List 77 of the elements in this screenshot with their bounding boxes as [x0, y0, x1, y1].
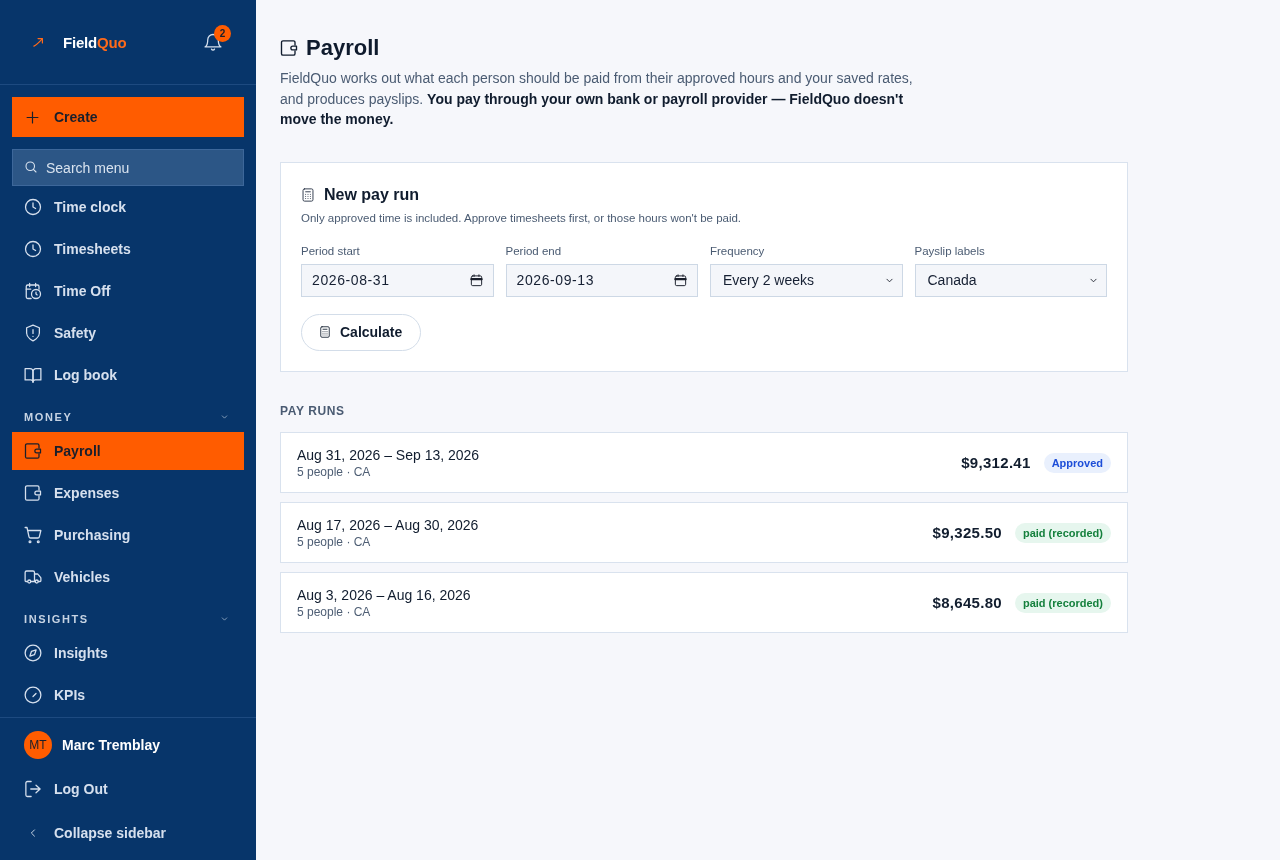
logo-wordmark[interactable]: FieldQuo: [63, 33, 127, 51]
wallet-icon: [24, 442, 42, 460]
section-heading: INSIGHTS: [24, 612, 89, 627]
create-button[interactable]: Create: [12, 97, 244, 137]
user-avatar: MT: [24, 731, 52, 759]
pay-run-details: 5 people · CA: [297, 533, 371, 550]
select-field[interactable]: Every 2 weeks: [710, 263, 903, 297]
select-field[interactable]: Canada: [914, 263, 1107, 297]
calendar-icon: [469, 273, 483, 287]
clock-icon: [24, 198, 42, 216]
search-icon: [25, 161, 37, 173]
notifications-button[interactable]: 2: [204, 25, 231, 51]
logo-arrow-icon: [32, 36, 45, 48]
pay-run-amount: $8,645.80: [932, 594, 1002, 611]
pay-run-details: 5 people · CA: [297, 463, 371, 480]
pay-run-row[interactable]: Aug 17, 2026 – Aug 30, 2026 5 people · CA $9,325.50 paid (recorded): [280, 501, 1128, 563]
sidebar-nav-item[interactable]: Insights: [12, 634, 244, 672]
page-description: FieldQuo works out what each person should be paid from their approved hours and your saved rates, and produces payslips. You pay through your own bank or payroll provider — FieldQuo doesn't move the money.: [280, 69, 914, 129]
field-label: Period end: [505, 243, 562, 259]
plus-icon: [26, 110, 39, 124]
field-label: Payslip labels: [914, 243, 985, 259]
calendar-icon: [674, 273, 687, 287]
pay-run-amount: $9,312.41: [961, 454, 1031, 471]
chevron-down-icon: [1088, 276, 1099, 284]
chevron-icon[interactable]: [220, 414, 229, 420]
sidebar-nav-item[interactable]: Safety: [12, 314, 244, 352]
card-note: Only approved time is included. Approve timesheets first, or those hours won't be paid.: [301, 210, 743, 226]
calendar-clock-icon: [24, 282, 42, 300]
search-field[interactable]: Search menu: [12, 149, 244, 186]
sidebar-nav-item[interactable]: Payroll: [12, 432, 244, 470]
open-book-icon: [24, 366, 42, 384]
status-badge: paid (recorded): [1014, 522, 1111, 543]
date-field[interactable]: 2026-09-13: [505, 263, 698, 297]
user-name: Marc Tremblay: [62, 737, 161, 753]
compass-icon: [24, 644, 42, 662]
shield-alert-icon: [24, 324, 42, 342]
sidebar-nav-item[interactable]: Log book: [12, 356, 244, 394]
card-title: New pay run: [324, 185, 420, 204]
pay-run-amount: $9,325.50: [932, 524, 1002, 541]
sidebar-nav-item[interactable]: Expenses: [12, 474, 244, 512]
truck-icon: [24, 568, 42, 586]
notification-count-badge: 2: [214, 25, 231, 42]
status-badge: paid (recorded): [1014, 592, 1111, 613]
chevron-down-icon: [883, 276, 895, 284]
wallet-icon: [280, 39, 298, 57]
chevron-left-icon: [28, 826, 38, 840]
gauge-icon: [24, 686, 42, 704]
calculate-button[interactable]: Calculate: [301, 313, 422, 351]
sidebar-nav-item[interactable]: Time Off: [12, 272, 244, 310]
date-field[interactable]: 2026-08-31: [301, 263, 494, 297]
pay-run-period: Aug 3, 2026 – Aug 16, 2026: [297, 585, 471, 604]
wallet-icon: [24, 484, 42, 502]
sidebar-nav-item[interactable]: Timesheets: [12, 230, 244, 268]
pay-run-row[interactable]: Aug 3, 2026 – Aug 16, 2026 5 people · CA $8,645.80 paid (recorded): [280, 571, 1128, 633]
pay-run-period: Aug 17, 2026 – Aug 30, 2026: [297, 515, 479, 534]
collapse-sidebar-button[interactable]: Collapse sidebar: [12, 812, 244, 854]
log-out-icon: [24, 780, 42, 798]
field-label: Period start: [301, 243, 360, 259]
status-badge: Approved: [1043, 452, 1111, 473]
sidebar-nav-item[interactable]: Vehicles: [12, 558, 244, 596]
pay-run-period: Aug 31, 2026 – Sep 13, 2026: [297, 445, 480, 464]
calculator-icon: [301, 186, 315, 203]
log-out-button[interactable]: Log Out: [12, 768, 244, 810]
shopping-cart-icon: [24, 526, 42, 544]
pay-run-row[interactable]: Aug 31, 2026 – Sep 13, 2026 5 people · CA $9,312.41 Approved: [280, 431, 1128, 493]
clock-icon: [24, 240, 42, 258]
sidebar-nav-item[interactable]: Purchasing: [12, 516, 244, 554]
section-heading: MONEY: [24, 410, 73, 425]
chevron-icon[interactable]: [220, 616, 229, 622]
bell-icon: [204, 33, 222, 51]
field-label: Frequency: [710, 243, 765, 259]
pay-run-details: 5 people · CA: [297, 603, 371, 620]
section-heading: PAY RUNS: [280, 403, 345, 418]
calculator-icon: [319, 325, 331, 339]
sidebar-nav-item[interactable]: Time clock: [12, 188, 244, 226]
page-title: Payroll: [306, 35, 380, 61]
sidebar-nav-item[interactable]: KPIs: [12, 676, 244, 714]
